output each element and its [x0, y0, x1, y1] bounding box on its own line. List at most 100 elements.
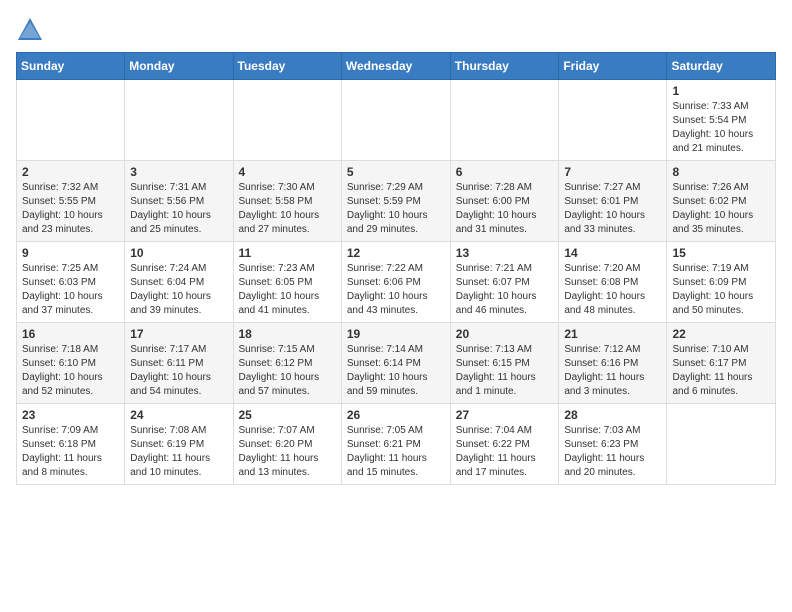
day-info: Sunrise: 7:29 AM Sunset: 5:59 PM Dayligh…	[347, 181, 445, 237]
calendar-cell: 17 Sunrise: 7:17 AM Sunset: 6:11 PM Dayli…	[125, 323, 233, 404]
page-header	[16, 16, 776, 44]
calendar-header-sunday: Sunday	[17, 53, 125, 80]
day-info: Sunrise: 7:26 AM Sunset: 6:02 PM Dayligh…	[672, 181, 770, 237]
day-number: 23	[22, 408, 119, 422]
day-info: Sunrise: 7:12 AM Sunset: 6:16 PM Dayligh…	[564, 343, 661, 399]
day-info: Sunrise: 7:30 AM Sunset: 5:58 PM Dayligh…	[239, 181, 336, 237]
day-info: Sunrise: 7:32 AM Sunset: 5:55 PM Dayligh…	[22, 181, 119, 237]
calendar-cell	[559, 80, 667, 161]
calendar-cell: 9 Sunrise: 7:25 AM Sunset: 6:03 PM Daylig…	[17, 242, 125, 323]
calendar-cell: 20Sunrise: 7:13 AM Sunset: 6:15 PM Dayli…	[450, 323, 559, 404]
day-number: 5	[347, 165, 445, 179]
day-number: 8	[672, 165, 770, 179]
day-number: 28	[564, 408, 661, 422]
calendar-header-saturday: Saturday	[667, 53, 776, 80]
day-number: 4	[239, 165, 336, 179]
calendar-header-tuesday: Tuesday	[233, 53, 341, 80]
calendar-week-row: 16 Sunrise: 7:18 AM Sunset: 6:10 PM Dayli…	[17, 323, 776, 404]
calendar-cell	[17, 80, 125, 161]
day-number: 27	[456, 408, 554, 422]
day-number: 22	[672, 327, 770, 341]
day-info: Sunrise: 7:27 AM Sunset: 6:01 PM Dayligh…	[564, 181, 661, 237]
calendar-week-row: 23 Sunrise: 7:09 AM Sunset: 6:18 PM Dayli…	[17, 404, 776, 485]
calendar-header-monday: Monday	[125, 53, 233, 80]
day-info: Sunrise: 7:09 AM Sunset: 6:18 PM Dayligh…	[22, 424, 119, 480]
calendar-cell: 24 Sunrise: 7:08 AM Sunset: 6:19 PM Dayli…	[125, 404, 233, 485]
day-number: 3	[130, 165, 227, 179]
calendar-cell: 12 Sunrise: 7:22 AM Sunset: 6:06 PM Dayli…	[341, 242, 450, 323]
calendar-cell: 23 Sunrise: 7:09 AM Sunset: 6:18 PM Dayli…	[17, 404, 125, 485]
day-number: 6	[456, 165, 554, 179]
day-number: 2	[22, 165, 119, 179]
day-info: Sunrise: 7:05 AM Sunset: 6:21 PM Dayligh…	[347, 424, 445, 480]
calendar-cell: 27 Sunrise: 7:04 AM Sunset: 6:22 PM Dayli…	[450, 404, 559, 485]
day-number: 7	[564, 165, 661, 179]
calendar-cell	[341, 80, 450, 161]
calendar-cell: 19 Sunrise: 7:14 AM Sunset: 6:14 PM Dayli…	[341, 323, 450, 404]
day-number: 12	[347, 246, 445, 260]
day-number: 18	[239, 327, 336, 341]
day-number: 25	[239, 408, 336, 422]
calendar-cell: 6 Sunrise: 7:28 AM Sunset: 6:00 PM Daylig…	[450, 161, 559, 242]
calendar-week-row: 9 Sunrise: 7:25 AM Sunset: 6:03 PM Daylig…	[17, 242, 776, 323]
day-number: 19	[347, 327, 445, 341]
calendar-cell: 16 Sunrise: 7:18 AM Sunset: 6:10 PM Dayli…	[17, 323, 125, 404]
calendar-cell: 4 Sunrise: 7:30 AM Sunset: 5:58 PM Daylig…	[233, 161, 341, 242]
calendar-cell	[233, 80, 341, 161]
day-info: Sunrise: 7:24 AM Sunset: 6:04 PM Dayligh…	[130, 262, 227, 318]
calendar-table: SundayMondayTuesdayWednesdayThursdayFrid…	[16, 52, 776, 485]
day-info: Sunrise: 7:19 AM Sunset: 6:09 PM Dayligh…	[672, 262, 770, 318]
calendar-cell: 5 Sunrise: 7:29 AM Sunset: 5:59 PM Daylig…	[341, 161, 450, 242]
calendar-cell: 26Sunrise: 7:05 AM Sunset: 6:21 PM Dayli…	[341, 404, 450, 485]
day-number: 24	[130, 408, 227, 422]
day-number: 9	[22, 246, 119, 260]
calendar-header-wednesday: Wednesday	[341, 53, 450, 80]
calendar-cell	[125, 80, 233, 161]
day-info: Sunrise: 7:04 AM Sunset: 6:22 PM Dayligh…	[456, 424, 554, 480]
day-number: 14	[564, 246, 661, 260]
day-info: Sunrise: 7:15 AM Sunset: 6:12 PM Dayligh…	[239, 343, 336, 399]
calendar-cell: 15 Sunrise: 7:19 AM Sunset: 6:09 PM Dayli…	[667, 242, 776, 323]
calendar-cell: 8 Sunrise: 7:26 AM Sunset: 6:02 PM Daylig…	[667, 161, 776, 242]
day-number: 15	[672, 246, 770, 260]
day-number: 13	[456, 246, 554, 260]
day-info: Sunrise: 7:17 AM Sunset: 6:11 PM Dayligh…	[130, 343, 227, 399]
day-info: Sunrise: 7:18 AM Sunset: 6:10 PM Dayligh…	[22, 343, 119, 399]
calendar-cell: 28 Sunrise: 7:03 AM Sunset: 6:23 PM Dayli…	[559, 404, 667, 485]
logo	[16, 16, 48, 44]
day-info: Sunrise: 7:23 AM Sunset: 6:05 PM Dayligh…	[239, 262, 336, 318]
day-info: Sunrise: 7:22 AM Sunset: 6:06 PM Dayligh…	[347, 262, 445, 318]
calendar-header-thursday: Thursday	[450, 53, 559, 80]
day-number: 11	[239, 246, 336, 260]
day-info: Sunrise: 7:25 AM Sunset: 6:03 PM Dayligh…	[22, 262, 119, 318]
calendar-cell: 13 Sunrise: 7:21 AM Sunset: 6:07 PM Dayli…	[450, 242, 559, 323]
calendar-header-friday: Friday	[559, 53, 667, 80]
calendar-cell	[667, 404, 776, 485]
day-info: Sunrise: 7:14 AM Sunset: 6:14 PM Dayligh…	[347, 343, 445, 399]
calendar-cell: 18 Sunrise: 7:15 AM Sunset: 6:12 PM Dayli…	[233, 323, 341, 404]
calendar-cell: 2 Sunrise: 7:32 AM Sunset: 5:55 PM Daylig…	[17, 161, 125, 242]
day-number: 16	[22, 327, 119, 341]
calendar-cell: 14 Sunrise: 7:20 AM Sunset: 6:08 PM Dayli…	[559, 242, 667, 323]
calendar-cell: 3Sunrise: 7:31 AM Sunset: 5:56 PM Daylig…	[125, 161, 233, 242]
day-info: Sunrise: 7:21 AM Sunset: 6:07 PM Dayligh…	[456, 262, 554, 318]
calendar-cell: 21 Sunrise: 7:12 AM Sunset: 6:16 PM Dayli…	[559, 323, 667, 404]
calendar-cell: 7 Sunrise: 7:27 AM Sunset: 6:01 PM Daylig…	[559, 161, 667, 242]
day-info: Sunrise: 7:10 AM Sunset: 6:17 PM Dayligh…	[672, 343, 770, 399]
calendar-cell: 25Sunrise: 7:07 AM Sunset: 6:20 PM Dayli…	[233, 404, 341, 485]
logo-icon	[16, 16, 44, 44]
day-info: Sunrise: 7:03 AM Sunset: 6:23 PM Dayligh…	[564, 424, 661, 480]
day-number: 1	[672, 84, 770, 98]
calendar-cell: 11 Sunrise: 7:23 AM Sunset: 6:05 PM Dayli…	[233, 242, 341, 323]
day-info: Sunrise: 7:33 AM Sunset: 5:54 PM Dayligh…	[672, 100, 770, 156]
day-number: 21	[564, 327, 661, 341]
calendar-week-row: 2 Sunrise: 7:32 AM Sunset: 5:55 PM Daylig…	[17, 161, 776, 242]
calendar-header-row: SundayMondayTuesdayWednesdayThursdayFrid…	[17, 53, 776, 80]
calendar-cell: 22 Sunrise: 7:10 AM Sunset: 6:17 PM Dayli…	[667, 323, 776, 404]
day-info: Sunrise: 7:20 AM Sunset: 6:08 PM Dayligh…	[564, 262, 661, 318]
day-info: Sunrise: 7:28 AM Sunset: 6:00 PM Dayligh…	[456, 181, 554, 237]
calendar-week-row: 1 Sunrise: 7:33 AM Sunset: 5:54 PM Daylig…	[17, 80, 776, 161]
calendar-cell: 1 Sunrise: 7:33 AM Sunset: 5:54 PM Daylig…	[667, 80, 776, 161]
day-number: 17	[130, 327, 227, 341]
day-info: Sunrise: 7:08 AM Sunset: 6:19 PM Dayligh…	[130, 424, 227, 480]
